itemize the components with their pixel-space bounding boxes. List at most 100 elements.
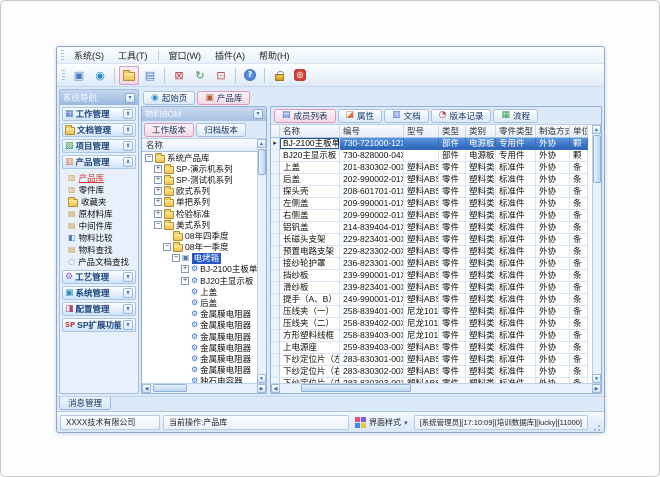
detail-tab[interactable]: ◔版本记录 — [431, 109, 492, 123]
tree-horizontal-scrollbar[interactable] — [142, 383, 266, 393]
table-row[interactable]: 压线夹（二）258-839402-00X尼龙1010零件塑料类标准件外协条 — [271, 318, 592, 330]
sidebar-group-header[interactable]: ⚙工艺管理∨ — [62, 270, 136, 284]
collapse-icon[interactable]: − — [163, 243, 171, 251]
tree-node[interactable]: ⚙金属膜电阻器 — [142, 320, 257, 331]
sidebar-group-header[interactable]: ▧项目管理∨ — [62, 139, 136, 153]
window-close-button[interactable]: ⊠ — [169, 66, 189, 85]
scrollbar-thumb[interactable] — [593, 135, 601, 183]
help-button[interactable]: ? — [240, 66, 260, 85]
column-header[interactable]: 名称 — [280, 125, 340, 138]
table-row[interactable]: 滑纱板239-823401-00X塑料ABS零件塑料类标准件外协条 — [271, 282, 592, 294]
tree-column-header[interactable]: 名称 — [142, 139, 257, 152]
power-button[interactable]: ◎ — [290, 66, 310, 85]
tree-node[interactable]: ⚙金属膜电阻器 — [142, 331, 257, 342]
expand-icon[interactable]: + — [154, 187, 162, 195]
menu-item[interactable]: 窗口(W) — [162, 48, 209, 63]
sidebar-item[interactable]: ▥零件库 — [68, 184, 136, 196]
sidebar-item[interactable]: ▥产品库 — [68, 172, 136, 184]
pin-icon[interactable]: ▾ — [253, 109, 263, 119]
tree-node[interactable]: +⚙BJ20主显示板 — [142, 275, 257, 286]
tree-node[interactable]: +⚙BJ-2100主板单点 — [142, 264, 257, 275]
document-tab[interactable]: ▣产品库 — [197, 91, 250, 105]
bom-version-tab[interactable]: 归档版本 — [196, 123, 246, 137]
bom-version-tab[interactable]: 工作版本 — [144, 123, 194, 137]
tree-node[interactable]: ⚙金属膜电阻器 — [142, 309, 257, 320]
tree-node[interactable]: ⚙上盖 — [142, 286, 257, 297]
table-row[interactable]: 下纱定位片（右）283-830302-00X塑料ABS零件塑料类标准件外协条 — [271, 366, 592, 378]
table-row[interactable]: 左侧盖209-990001-01X塑料ABS零件塑料类标准件外协条 — [271, 198, 592, 210]
chevron-down-icon[interactable]: ∨ — [123, 272, 133, 282]
column-header[interactable]: 单位 — [570, 125, 588, 138]
scroll-right-icon[interactable] — [592, 384, 601, 393]
table-row[interactable]: 后盖202-990002-01X塑料ABS零件塑料类标准件外协条 — [271, 174, 592, 186]
table-row[interactable]: 铝钒盖214-839404-01X塑料ABS零件塑料类标准件外协条 — [271, 222, 592, 234]
tree-node[interactable]: ⚙独石电容器 — [142, 376, 257, 383]
monitor-button[interactable]: ▣ — [69, 66, 89, 85]
scroll-right-icon[interactable] — [257, 384, 266, 393]
table-row[interactable]: 方形塑料线框258-839403-00X尼龙1010零件塑料类标准件外协条 — [271, 330, 592, 342]
expand-icon[interactable]: + — [154, 210, 162, 218]
tree-node[interactable]: 08年四季度 — [142, 230, 257, 241]
scrollbar-thumb[interactable] — [258, 149, 266, 175]
sidebar-group-header[interactable]: ▦工作管理∨ — [62, 107, 136, 121]
tree-node[interactable]: +检验标准 — [142, 208, 257, 219]
chevron-down-icon[interactable]: ∨ — [123, 141, 133, 151]
expand-icon[interactable]: + — [154, 165, 162, 173]
table-row[interactable]: 上盖201-830302-00X塑料ABS零件塑料类标准件外协条 — [271, 162, 592, 174]
column-header[interactable]: 型号 — [404, 125, 439, 138]
menu-item[interactable]: 工具(T) — [111, 48, 155, 63]
scroll-down-icon[interactable] — [257, 374, 266, 383]
sidebar-item[interactable]: ◧物料比较 — [68, 232, 136, 244]
chevron-up-icon[interactable]: ∧ — [123, 157, 133, 167]
detail-tab[interactable]: ▥文档 — [384, 109, 429, 123]
menu-item[interactable]: 帮助(H) — [252, 48, 297, 63]
scroll-up-icon[interactable] — [592, 125, 601, 134]
sidebar-item[interactable]: ▤物料查找 — [68, 244, 136, 256]
globe-button[interactable]: ◉ — [90, 66, 110, 85]
column-header[interactable]: 编号 — [340, 125, 404, 138]
column-header[interactable]: 类型 — [439, 125, 466, 138]
table-row[interactable]: ▸BJ-2100主板单点730-721000-12X部件电源板专用件外协颗 — [271, 138, 592, 150]
folder-open-button[interactable] — [119, 66, 139, 85]
table-row[interactable]: BJ20主显示板730-828000-04X部件电源板专用件外协颗 — [271, 150, 592, 162]
sidebar-group-header[interactable]: SPSP扩展功能∨ — [62, 318, 136, 332]
scroll-left-icon[interactable] — [142, 384, 151, 393]
sidebar-item[interactable]: ◌产品文档查找 — [68, 256, 136, 268]
tree-node[interactable]: −系统产品库 — [142, 152, 257, 163]
window-go-button[interactable]: ⊡ — [211, 66, 231, 85]
table-row[interactable]: 预置电路支架229-823302-00X塑料ABS零件塑料类标准件外协条 — [271, 246, 592, 258]
sidebar-item[interactable]: 收藏夹 — [68, 196, 136, 208]
lock-button[interactable] — [269, 66, 289, 85]
collapse-icon[interactable]: − — [172, 254, 180, 262]
table-row[interactable]: 接纱轮护罩236-823301-00X塑料ABS零件塑料类标准件外协条 — [271, 258, 592, 270]
chevron-down-icon[interactable]: ∨ — [123, 109, 133, 119]
tree-node[interactable]: +单把系列 — [142, 197, 257, 208]
expand-icon[interactable]: + — [154, 198, 162, 206]
chevron-down-icon[interactable]: ∨ — [123, 320, 133, 330]
tree-node[interactable]: −▣电烤箱 — [142, 253, 257, 264]
expand-icon[interactable]: + — [181, 277, 189, 285]
scroll-down-icon[interactable] — [592, 374, 601, 383]
tree-node[interactable]: +SP-测试机系列 — [142, 174, 257, 185]
window-refresh-button[interactable]: ↻ — [190, 66, 210, 85]
scroll-left-icon[interactable] — [271, 384, 280, 393]
column-header[interactable]: 零件类型 — [496, 125, 536, 138]
table-vertical-scrollbar[interactable] — [592, 125, 601, 383]
message-panel-tab[interactable]: 消息管理 — [59, 397, 111, 410]
table-row[interactable]: 右侧盖209-990002-01X塑料ABS零件塑料类标准件外协条 — [271, 210, 592, 222]
tree-node[interactable]: ⚙后盖 — [142, 297, 257, 308]
tree-node[interactable]: ⚙金属膜电阻器 — [142, 353, 257, 364]
sidebar-group-header[interactable]: ▣系统管理∨ — [62, 286, 136, 300]
ui-style-selector[interactable]: 界面样式 — [352, 417, 411, 428]
table-row[interactable]: 上电源座259-839403-00X塑料ABS零件塑料类标准件外协条 — [271, 342, 592, 354]
table-row[interactable]: 探头壳208-601701-01X塑料ABS零件塑料类标准件外协条 — [271, 186, 592, 198]
tree-node[interactable]: +SP-演示机系列 — [142, 163, 257, 174]
tree-node[interactable]: +欧式系列 — [142, 186, 257, 197]
sidebar-group-header[interactable]: ◨配置管理∨ — [62, 302, 136, 316]
window-grid-button[interactable]: ▤ — [140, 66, 160, 85]
menu-item[interactable]: 系统(S) — [67, 48, 111, 63]
scroll-up-icon[interactable] — [257, 139, 266, 148]
chevron-down-icon[interactable]: ∨ — [123, 304, 133, 314]
table-row[interactable]: 压线夹（一）258-839401-00X尼龙1010零件塑料类标准件外协条 — [271, 306, 592, 318]
detail-tab[interactable]: ▦流程 — [493, 109, 538, 123]
